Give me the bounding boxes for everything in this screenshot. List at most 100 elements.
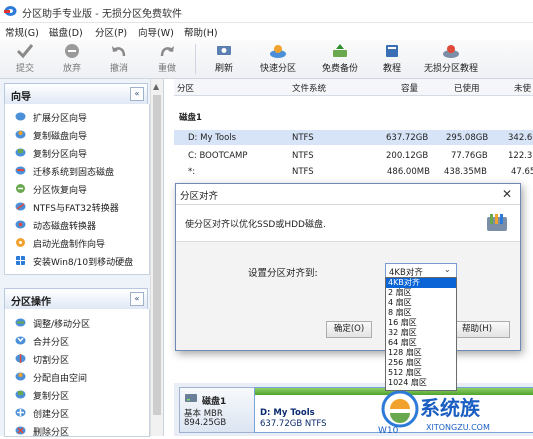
dropdown-option[interactable]: 256 扇区 — [386, 358, 456, 368]
op-item-label: 分配自由空间 — [33, 374, 88, 384]
table-cell: NTFS — [292, 133, 314, 143]
refresh-icon — [217, 46, 231, 55]
dialog-title: 分区对齐 — [180, 191, 219, 202]
table-cell: 200.12GB — [386, 151, 429, 161]
wizard-item-label: 安装Win8/10到移动硬盘 — [33, 258, 134, 268]
menu-partition[interactable]: 分区(P) — [95, 25, 127, 39]
table-cell: NTFS — [292, 151, 314, 161]
disk-group-label: 磁盘1 — [179, 113, 202, 123]
window-title: 分区助手专业版 - 无损分区免费软件 — [22, 9, 182, 20]
dynamic-disk-icon — [15, 220, 26, 229]
alignment-dropdown-list: 4KB对齐 2 扇区 4 扇区 8 扇区 16 扇区 32 扇区 64 扇区 1… — [385, 277, 457, 391]
dialog-title-bar[interactable]: 分区对齐 ✕ — [176, 184, 520, 205]
discard-label: 放弃 — [62, 64, 81, 74]
ok-button[interactable]: 确定(O) — [326, 321, 372, 338]
dropdown-option[interactable]: 2 扇区 — [386, 288, 456, 298]
alignment-label: 设置分区对齐到: — [248, 268, 318, 279]
table-cell: 637.72GB — [386, 133, 429, 143]
sidebar-scrollbar[interactable]: ▲ — [150, 79, 163, 436]
close-icon[interactable]: ✕ — [502, 187, 512, 201]
watermark-title: 系统族 — [420, 396, 481, 420]
refresh-label: 刷新 — [214, 64, 233, 74]
free-backup-button[interactable]: 免费备份 — [316, 42, 364, 74]
disk-name: 磁盘1 — [202, 397, 227, 407]
wizard-item-label: 扩展分区向导 — [33, 114, 88, 124]
dropdown-option[interactable]: 16 扇区 — [386, 318, 456, 328]
chevron-down-icon[interactable]: ⌄ — [444, 265, 451, 274]
submit-button[interactable]: 提交 — [10, 42, 40, 74]
undo-icon — [112, 46, 126, 57]
ops-panel-title: 分区操作 — [11, 297, 51, 308]
book-icon — [386, 45, 398, 57]
dropdown-option[interactable]: 1024 扇区 — [386, 378, 456, 388]
dialog-header: 使分区对齐以优化SSD或HDD磁盘. — [176, 205, 520, 242]
title-bar: 分区助手专业版 - 无损分区免费软件 — [0, 0, 533, 23]
tutorial-button[interactable]: 教程 — [378, 42, 406, 74]
ops-panel-header[interactable]: 分区操作 « — [4, 288, 148, 310]
wizard-panel-header[interactable]: 向导 « — [4, 83, 148, 105]
collapse-icon[interactable]: « — [130, 292, 144, 306]
discard-icon — [65, 44, 79, 58]
table-cell: 77.76GB — [451, 151, 488, 161]
redo-button[interactable]: 重做 — [152, 42, 182, 74]
app-logo-icon — [4, 6, 17, 16]
split-icon — [15, 354, 26, 363]
wizard-panel: 扩展分区向导 复制磁盘向导 复制分区向导 迁移系统到固态磁盘 分区恢复向导 NT… — [4, 104, 150, 275]
lossless-tutorial-label: 无损分区教程 — [423, 64, 478, 74]
quick-partition-label: 快速分区 — [259, 64, 296, 74]
disk-size: 894.25GB — [184, 418, 227, 428]
table-cell: 295.08GB — [446, 133, 489, 143]
discard-button[interactable]: 放弃 — [57, 42, 87, 74]
col-header-capacity[interactable]: 容量 — [401, 82, 418, 94]
op-item-label: 切割分区 — [33, 356, 70, 366]
watermark-prefix: W10 — [378, 426, 399, 436]
op-item-label: 复制分区 — [33, 392, 70, 402]
refresh-button[interactable]: 刷新 — [208, 42, 240, 74]
col-header-used[interactable]: 已使用 — [454, 82, 480, 94]
col-header-free[interactable]: 未使 — [514, 82, 531, 94]
menu-disk[interactable]: 磁盘(D) — [49, 25, 83, 39]
convert-icon — [15, 202, 26, 211]
menu-help[interactable]: 帮助(H) — [184, 25, 218, 39]
table-row[interactable]: C: BOOTCAMP — [188, 151, 247, 161]
dropdown-option[interactable]: 4KB对齐 — [386, 278, 456, 288]
col-header-partition[interactable]: 分区 — [177, 82, 194, 94]
dropdown-option[interactable]: 4 扇区 — [386, 298, 456, 308]
lossless-tutorial-button[interactable]: 无损分区教程 — [420, 42, 482, 74]
collapse-icon[interactable]: « — [130, 87, 144, 101]
quick-partition-button[interactable]: 快速分区 — [254, 42, 302, 74]
dropdown-option[interactable]: 64 扇区 — [386, 338, 456, 348]
dropdown-option[interactable]: 32 扇区 — [386, 328, 456, 338]
wizard-item-label: 迁移系统到固态磁盘 — [33, 168, 115, 178]
wizard-item-label: 复制磁盘向导 — [33, 132, 88, 142]
table-row[interactable]: *: — [188, 167, 195, 177]
dropdown-option[interactable]: 512 扇区 — [386, 368, 456, 378]
tutorial-label: 教程 — [382, 64, 401, 74]
dropdown-option[interactable]: 128 扇区 — [386, 348, 456, 358]
redo-label: 重做 — [157, 64, 176, 74]
table-cell: NTFS — [292, 167, 314, 177]
table-row[interactable]: D: My Tools — [188, 133, 236, 143]
disk-info-box[interactable]: 磁盘1 基本 MBR 894.25GB — [179, 387, 256, 433]
menu-general[interactable]: 常规(G) — [5, 25, 39, 39]
bootable-cd-icon — [16, 238, 25, 247]
toolbar-separator — [195, 44, 196, 74]
partition-name: D: My Tools — [260, 408, 315, 418]
scrollbar-thumb[interactable] — [153, 95, 161, 415]
undo-button[interactable]: 撤消 — [104, 42, 134, 74]
wizard-item-label: NTFS与FAT32转换器 — [33, 204, 119, 214]
wizard-item-label: 动态磁盘转换器 — [33, 222, 97, 232]
menu-wizard[interactable]: 向导(W) — [138, 25, 174, 39]
delete-icon — [15, 426, 26, 435]
dropdown-option[interactable]: 8 扇区 — [386, 308, 456, 318]
col-header-filesystem[interactable]: 文件系统 — [292, 82, 326, 94]
table-cell: 486.00MB — [387, 167, 430, 177]
scroll-up-icon[interactable]: ▲ — [153, 82, 159, 91]
partition-size: 637.72GB NTFS — [260, 419, 327, 429]
redo-icon — [160, 46, 174, 57]
wizard-item-label: 分区恢复向导 — [33, 186, 88, 196]
op-item-label: 创建分区 — [33, 410, 70, 420]
extend-partition-icon — [15, 112, 26, 121]
allocate-icon — [15, 372, 26, 381]
hard-disk-icon — [185, 394, 197, 402]
